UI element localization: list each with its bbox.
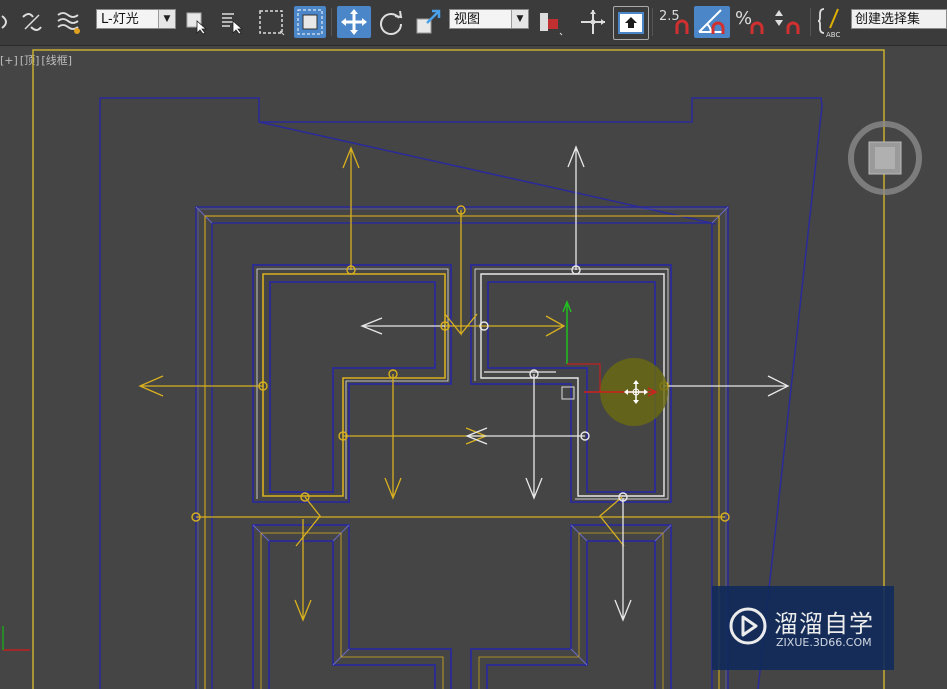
watermark-title: 溜溜自学 <box>774 610 874 638</box>
toolbar-separator <box>810 8 811 36</box>
keyboard-shortcut-override-icon[interactable] <box>613 6 649 40</box>
select-and-rotate-icon[interactable] <box>376 6 406 38</box>
layer-dropdown-value: L-灯光 <box>101 12 139 27</box>
panel-lower-left <box>252 524 452 689</box>
chevron-down-icon: ▼ <box>511 10 528 28</box>
reference-coordinate-value: 视图 <box>454 12 481 27</box>
edit-named-selection-sets-icon[interactable]: ABC <box>815 6 847 38</box>
watermark-subtitle: ZIXUE.3D66.COM <box>776 636 872 649</box>
link-icon[interactable] <box>0 6 14 38</box>
select-and-move-icon[interactable] <box>337 6 371 38</box>
reference-coordinate-dropdown[interactable]: 视图 ▼ <box>449 9 529 29</box>
svg-text:%: % <box>735 8 752 29</box>
spinner-snap-toggle-icon[interactable] <box>770 6 804 38</box>
panel-lower-right <box>470 524 672 689</box>
bind-space-warp-icon[interactable] <box>54 6 84 38</box>
window-crossing-toggle-icon[interactable] <box>294 6 326 38</box>
named-selection-set-value: 创建选择集 <box>855 12 921 27</box>
snaps-toggle-icon[interactable]: 2.5 <box>657 6 691 38</box>
percent-snap-toggle-icon[interactable]: % <box>732 6 766 38</box>
unlink-icon[interactable] <box>18 6 46 38</box>
snap-value-label: 2.5 <box>659 9 680 24</box>
play-logo-icon <box>729 607 767 645</box>
toolbar-separator <box>331 8 332 36</box>
world-axis-icon <box>2 626 30 651</box>
select-object-icon[interactable] <box>182 6 210 38</box>
watermark-badge: 溜溜自学 ZIXUE.3D66.COM <box>712 586 894 670</box>
panel-upper-left <box>252 264 452 503</box>
svg-text:ABC: ABC <box>826 31 840 38</box>
chevron-down-icon: ▼ <box>158 10 175 28</box>
select-by-name-icon[interactable] <box>218 6 246 38</box>
pivot-center-icon[interactable] <box>533 6 565 38</box>
angle-snap-toggle-icon[interactable] <box>694 6 730 38</box>
manipulate-icon[interactable] <box>576 6 610 38</box>
select-and-scale-icon[interactable] <box>412 6 444 38</box>
viewcube-icon[interactable] <box>846 119 924 197</box>
rectangular-selection-icon[interactable] <box>255 6 287 38</box>
named-selection-set-field[interactable]: 创建选择集 <box>851 9 947 29</box>
top-viewport[interactable]: [+] [顶] [线框] 溜溜自学 ZIXUE.3D66.COM <box>0 46 947 689</box>
door-frame-outer <box>195 206 729 689</box>
layer-dropdown[interactable]: L-灯光 ▼ <box>96 9 176 29</box>
main-toolbar: L-灯光 ▼ 视图 ▼ 2.5 % ABC 创建选择集 <box>0 0 947 46</box>
toolbar-separator <box>652 8 653 36</box>
snap-value-text: 2.5 <box>659 9 680 24</box>
